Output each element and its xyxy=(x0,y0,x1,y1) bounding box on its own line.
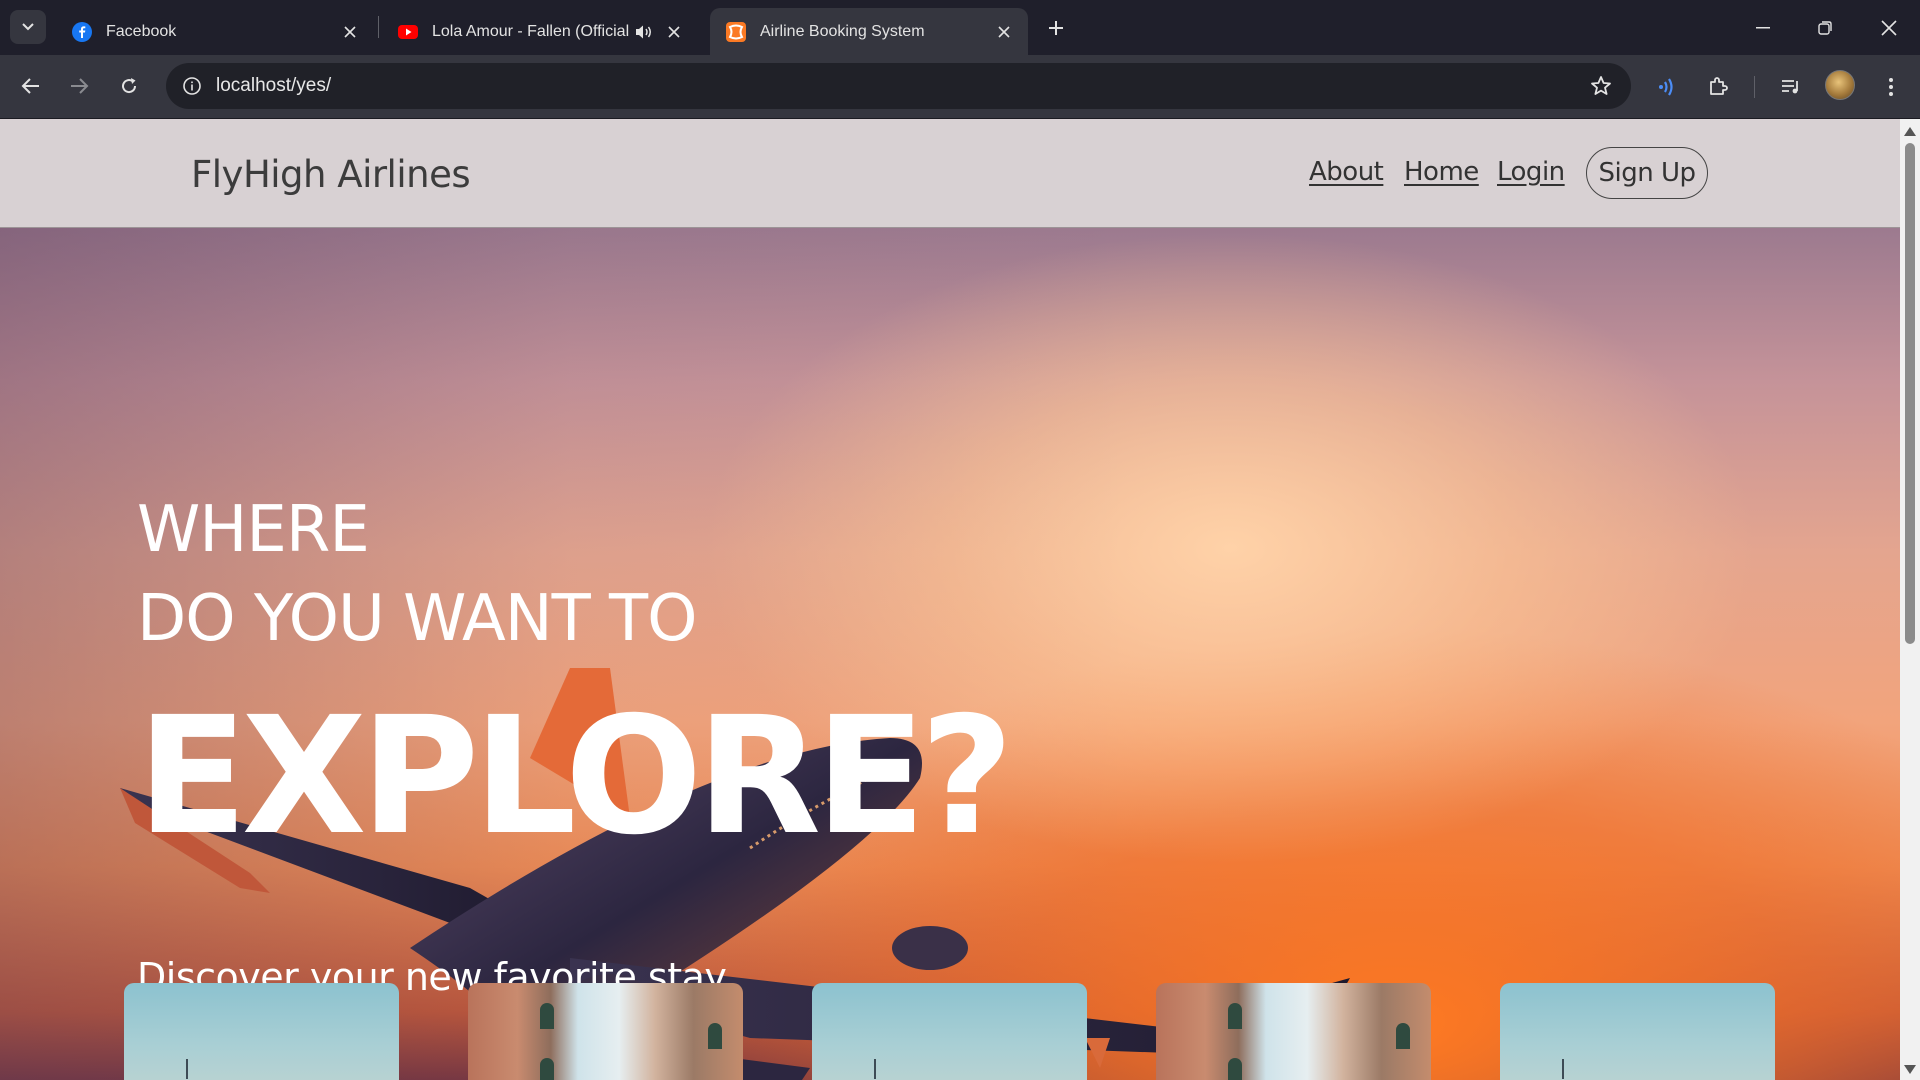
nav-link-login[interactable]: Login xyxy=(1497,157,1565,187)
destination-card[interactable] xyxy=(812,983,1087,1080)
restore-button[interactable] xyxy=(1794,0,1856,55)
browser-toolbar: localhost/yes/ xyxy=(0,55,1920,119)
facebook-icon xyxy=(72,21,92,42)
scrollbar-thumb[interactable] xyxy=(1905,143,1915,644)
youtube-icon xyxy=(398,24,418,39)
destination-card[interactable] xyxy=(1500,983,1775,1080)
browser-tab-strip: Facebook Lola Amour - Fallen (Official L… xyxy=(0,0,1920,55)
boat-mast xyxy=(186,1059,188,1079)
bookmark-star-icon[interactable] xyxy=(1589,74,1613,98)
hero-heading-line1: WHERE xyxy=(137,493,370,567)
arrow-left-icon xyxy=(21,78,39,94)
profile-avatar[interactable] xyxy=(1825,70,1855,100)
close-icon[interactable] xyxy=(662,20,686,44)
close-window-button[interactable] xyxy=(1858,0,1920,55)
scroll-up-arrow[interactable] xyxy=(1904,127,1916,136)
window-shape xyxy=(708,1023,722,1049)
window-shape xyxy=(540,1003,554,1029)
nav-link-about[interactable]: About xyxy=(1309,157,1384,187)
tab-airline-booking[interactable]: Airline Booking System xyxy=(710,8,1028,55)
media-control-icon[interactable] xyxy=(1775,71,1807,103)
window-shape xyxy=(1228,1003,1242,1029)
close-icon xyxy=(1881,19,1897,36)
destination-card[interactable] xyxy=(1156,983,1431,1080)
tab-divider xyxy=(378,16,379,38)
menu-kebab-icon[interactable] xyxy=(1875,71,1907,103)
hero-heading-explore: EXPLORE? xyxy=(137,683,1014,871)
tab-youtube[interactable]: Lola Amour - Fallen (Official Ly xyxy=(382,8,700,55)
chevron-down-icon xyxy=(22,23,34,31)
hero-section: WHERE DO YOU WANT TO EXPLORE? Discover y… xyxy=(0,228,1900,1080)
page-viewport: FlyHigh Airlines About Home Login Sign U… xyxy=(0,119,1900,1080)
boat-mast xyxy=(874,1059,876,1079)
forward-button[interactable] xyxy=(62,69,96,103)
nav-link-home[interactable]: Home xyxy=(1404,157,1479,187)
url-text[interactable]: localhost/yes/ xyxy=(216,75,331,97)
site-info-icon[interactable] xyxy=(180,74,204,98)
page-scrollbar[interactable] xyxy=(1900,119,1920,1080)
xampp-icon xyxy=(726,21,746,42)
reload-button[interactable] xyxy=(112,69,146,103)
minimize-button[interactable] xyxy=(1732,0,1794,55)
destination-card[interactable] xyxy=(124,983,399,1080)
back-button[interactable] xyxy=(14,69,48,103)
close-icon[interactable] xyxy=(992,20,1016,44)
tab-facebook[interactable]: Facebook xyxy=(56,8,374,55)
tab-title: Lola Amour - Fallen (Official Ly xyxy=(432,22,632,40)
close-icon[interactable] xyxy=(338,20,362,44)
minimize-icon xyxy=(1756,26,1770,28)
sign-up-button[interactable]: Sign Up xyxy=(1586,147,1708,199)
reload-icon xyxy=(122,78,137,94)
extensions-icon[interactable] xyxy=(1702,71,1734,103)
site-brand[interactable]: FlyHigh Airlines xyxy=(191,153,471,196)
hero-heading-line2: DO YOU WANT TO xyxy=(137,582,697,656)
window-shape xyxy=(1228,1058,1242,1080)
window-shape xyxy=(540,1058,554,1080)
restore-icon xyxy=(1818,20,1832,35)
window-shape xyxy=(1396,1023,1410,1049)
tab-title: Airline Booking System xyxy=(760,22,925,40)
tab-title: Facebook xyxy=(106,22,177,40)
site-header: FlyHigh Airlines About Home Login Sign U… xyxy=(0,119,1900,228)
address-bar[interactable]: localhost/yes/ xyxy=(166,63,1631,109)
new-tab-button[interactable] xyxy=(1040,12,1072,44)
tab-search-button[interactable] xyxy=(10,10,46,44)
plus-icon xyxy=(1049,21,1063,35)
cast-media-icon[interactable] xyxy=(1651,71,1683,103)
toolbar-divider xyxy=(1754,76,1755,98)
boat-mast xyxy=(1562,1059,1564,1079)
speaker-icon[interactable] xyxy=(632,20,656,44)
destination-card[interactable] xyxy=(468,983,743,1080)
arrow-right-icon xyxy=(71,78,89,94)
scroll-down-arrow[interactable] xyxy=(1904,1065,1916,1074)
